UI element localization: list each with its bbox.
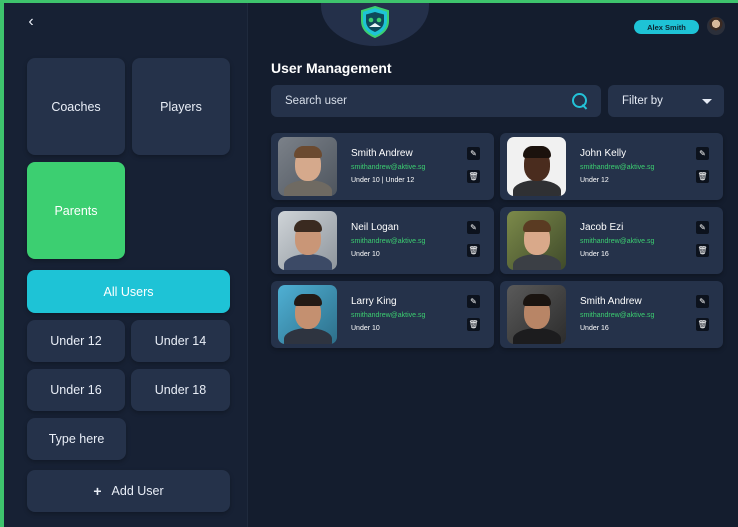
user-groups: Under 16 [580, 251, 609, 258]
group-label: Under 18 [154, 383, 207, 397]
trash-icon[interactable]: 🗑 [696, 244, 709, 257]
user-email: smithandrew@aktive.sg [351, 312, 426, 319]
edit-icon[interactable]: ✎ [467, 295, 480, 308]
all-users-button[interactable]: All Users [27, 270, 230, 313]
edit-icon[interactable]: ✎ [696, 147, 709, 160]
chevron-left-icon[interactable]: ‹ [22, 13, 40, 31]
group-label: Under 14 [154, 334, 207, 348]
group-button-under-16[interactable]: Under 16 [27, 369, 125, 411]
edit-icon[interactable]: ✎ [696, 295, 709, 308]
role-tile-label: Parents [54, 203, 98, 218]
trash-icon[interactable]: 🗑 [467, 170, 480, 183]
plus-icon: + [93, 483, 102, 499]
search-input[interactable] [285, 95, 571, 107]
app-window: ‹ Coaches Players Parents All Users Unde… [4, 3, 738, 527]
user-email: smithandrew@aktive.sg [580, 312, 655, 319]
user-email: smithandrew@aktive.sg [580, 164, 655, 171]
user-name: Jacob Ezi [580, 222, 624, 233]
user-email: smithandrew@aktive.sg [351, 164, 426, 171]
user-card[interactable]: Jacob Ezi smithandrew@aktive.sg Under 16… [500, 207, 723, 274]
user-email: smithandrew@aktive.sg [351, 238, 426, 245]
edit-icon[interactable]: ✎ [467, 221, 480, 234]
user-groups: Under 10 [351, 251, 380, 258]
all-users-label: All Users [103, 284, 154, 299]
user-email: smithandrew@aktive.sg [580, 238, 655, 245]
user-name: Larry King [351, 296, 397, 307]
user-card[interactable]: Neil Logan smithandrew@aktive.sg Under 1… [271, 207, 494, 274]
trash-icon[interactable]: 🗑 [696, 318, 709, 331]
group-label: Under 12 [50, 334, 102, 348]
search-icon[interactable] [571, 92, 589, 110]
add-user-button[interactable]: + Add User [27, 470, 230, 512]
user-card[interactable]: Larry King smithandrew@aktive.sg Under 1… [271, 281, 494, 348]
custom-group-placeholder: Type here [48, 432, 105, 446]
add-user-label: Add User [111, 484, 164, 498]
current-user-name: Alex Smith [647, 22, 686, 32]
role-tile-players[interactable]: Players [132, 58, 230, 155]
group-label: Under 16 [50, 383, 102, 397]
user-name: Smith Andrew [580, 296, 642, 307]
trash-icon[interactable]: 🗑 [467, 318, 480, 331]
user-groups: Under 10 [351, 325, 380, 332]
role-tile-label: Players [160, 99, 202, 114]
user-photo [278, 285, 337, 344]
chevron-down-icon [702, 98, 712, 104]
trash-icon[interactable]: 🗑 [467, 244, 480, 257]
sidebar: ‹ Coaches Players Parents All Users Unde… [4, 3, 248, 527]
user-name: John Kelly [580, 148, 627, 159]
user-photo [507, 285, 566, 344]
user-photo [278, 211, 337, 270]
user-photo [507, 137, 566, 196]
role-tile-coaches[interactable]: Coaches [27, 58, 125, 155]
role-tile-parents[interactable]: Parents [27, 162, 125, 259]
group-button-under-14[interactable]: Under 14 [131, 320, 230, 362]
user-groups: Under 12 [580, 177, 609, 184]
edit-icon[interactable]: ✎ [467, 147, 480, 160]
page-title: User Management [271, 60, 392, 76]
group-button-under-18[interactable]: Under 18 [131, 369, 230, 411]
search-bar [271, 85, 601, 117]
user-card[interactable]: John Kelly smithandrew@aktive.sg Under 1… [500, 133, 723, 200]
role-tile-label: Coaches [51, 99, 101, 114]
shield-logo-icon [361, 6, 389, 38]
user-photo [507, 211, 566, 270]
shield-logo-icon [321, 3, 429, 46]
user-name: Smith Andrew [351, 148, 413, 159]
user-groups: Under 10 | Under 12 [351, 177, 415, 184]
filter-label: Filter by [622, 95, 663, 107]
edit-icon[interactable]: ✎ [696, 221, 709, 234]
custom-group-input[interactable]: Type here [27, 418, 126, 460]
current-user-chip[interactable]: Alex Smith [634, 20, 699, 34]
group-button-under-12[interactable]: Under 12 [27, 320, 125, 362]
user-groups: Under 16 [580, 325, 609, 332]
user-avatar[interactable] [707, 17, 725, 35]
user-card[interactable]: Smith Andrew smithandrew@aktive.sg Under… [271, 133, 494, 200]
user-photo [278, 137, 337, 196]
trash-icon[interactable]: 🗑 [696, 170, 709, 183]
user-card[interactable]: Smith Andrew smithandrew@aktive.sg Under… [500, 281, 723, 348]
filter-dropdown[interactable]: Filter by [608, 85, 724, 117]
user-name: Neil Logan [351, 222, 399, 233]
